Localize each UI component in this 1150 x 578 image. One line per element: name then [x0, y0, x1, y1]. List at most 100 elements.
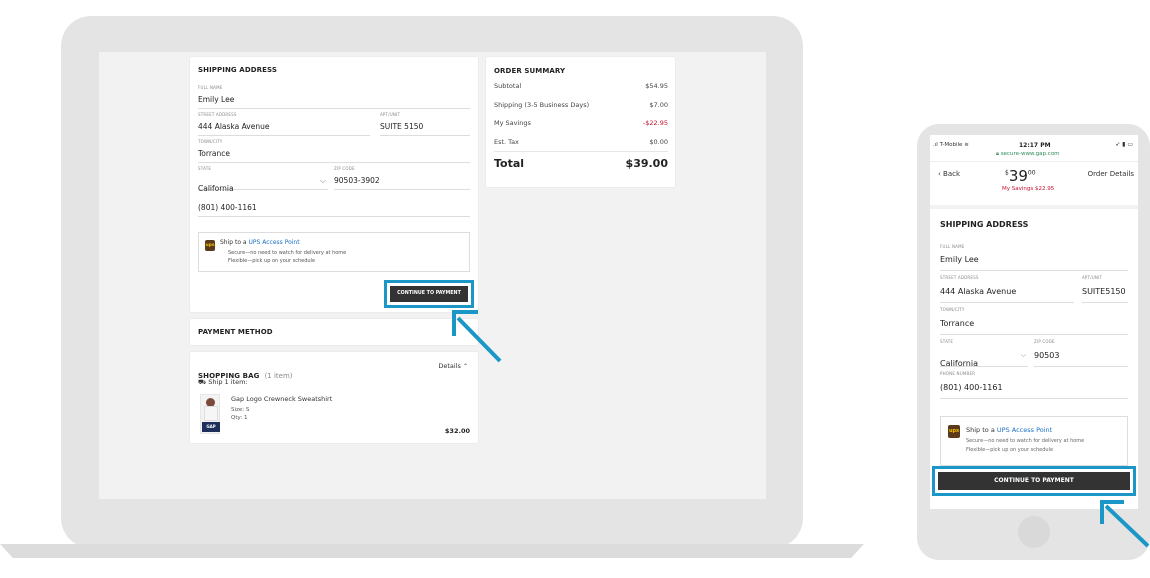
- wifi-icon: ≋: [964, 142, 969, 148]
- battery-icon: ➶ ▮ ▭: [1115, 141, 1133, 148]
- summary-label: My Savings: [494, 119, 531, 127]
- mobile-street-field[interactable]: 444 Alaska Avenue: [940, 287, 1074, 303]
- ups-logo-icon: ups: [205, 240, 215, 251]
- summary-rows: Subtotal $54.95 Shipping (3-5 Business D…: [494, 82, 668, 170]
- back-button[interactable]: ‹ Back: [938, 170, 960, 178]
- ship-items-text: Ship 1 item:: [208, 378, 248, 386]
- gap-logo: GAP: [202, 422, 220, 432]
- order-summary-card: ORDER SUMMARY Subtotal $54.95 Shipping (…: [486, 57, 675, 187]
- mobile-savings: My Savings $22.95: [1002, 186, 1055, 192]
- phone-field[interactable]: (801) 400-1161: [198, 203, 470, 217]
- apt-unit-field[interactable]: SUITE 5150: [380, 122, 470, 136]
- status-bar: .ıl T-Mobile ≋ 12:17 PM ➶ ▮ ▭ 🔒︎ secure-…: [930, 135, 1138, 161]
- summary-row-shipping: Shipping (3-5 Business Days) $7.00: [494, 101, 668, 120]
- summary-label: Subtotal: [494, 82, 522, 90]
- ups-headline: Ship to a UPS Access Point: [220, 239, 300, 246]
- pointer-arrow-mobile: [1100, 500, 1150, 548]
- mobile-state-select[interactable]: California ⌵: [940, 351, 1028, 368]
- summary-value: $0.00: [649, 137, 668, 146]
- chevron-down-icon: ⌵: [319, 176, 326, 185]
- ups-flexible-text: Flexible—pick up on your schedule: [228, 258, 316, 264]
- order-summary-title: ORDER SUMMARY: [494, 67, 566, 75]
- mobile-ups-link[interactable]: UPS Access Point: [997, 426, 1052, 434]
- chevron-down-icon: ⌵: [1020, 351, 1026, 359]
- zip-code-field[interactable]: 90503-3902: [334, 176, 470, 190]
- mobile-full-name-label: FULL NAME: [940, 244, 965, 249]
- ups-access-point-link[interactable]: UPS Access Point: [249, 239, 300, 246]
- ups-access-point-box[interactable]: ups Ship to a UPS Access Point Secure—no…: [198, 232, 470, 272]
- sweatshirt-shape: [204, 406, 218, 421]
- savings-value: -$22.95: [642, 119, 668, 127]
- summary-value: $7.00: [649, 100, 668, 109]
- town-city-label: TOWN/CITY: [198, 139, 223, 144]
- mobile-apt-field[interactable]: SUITE5150: [1082, 287, 1128, 303]
- summary-value: $54.95: [645, 82, 668, 90]
- mobile-continue-to-payment-button[interactable]: CONTINUE TO PAYMENT: [938, 472, 1130, 490]
- mobile-state-label: STATE: [940, 339, 954, 344]
- street-address-field[interactable]: 444 Alaska Avenue: [198, 122, 370, 136]
- product-size: Size: S: [231, 407, 250, 413]
- mobile-phone-label: PHONE NUMBER: [940, 371, 976, 376]
- mobile-ups-headline: Ship to a UPS Access Point: [966, 426, 1053, 434]
- shipping-address-card: SHIPPING ADDRESS FULL NAME Emily Lee STR…: [190, 57, 478, 312]
- total-label: Total: [494, 156, 525, 170]
- mobile-shipping-title: SHIPPING ADDRESS: [940, 220, 1029, 229]
- mobile-state-value: California: [940, 359, 978, 368]
- carrier: .ıl T-Mobile ≋: [933, 142, 969, 148]
- desktop-screen: SHIPPING ADDRESS FULL NAME Emily Lee STR…: [99, 52, 766, 499]
- payment-method-card[interactable]: PAYMENT METHOD: [190, 319, 478, 345]
- status-time: 12:17 PM: [1019, 142, 1051, 149]
- ups-logo-icon: ups: [948, 425, 960, 438]
- mobile-city-label: TOWN/CITY: [940, 307, 965, 312]
- summary-row-tax: Est. Tax $0.00: [494, 138, 668, 152]
- shipping-address-title: SHIPPING ADDRESS: [198, 66, 277, 74]
- url-bar[interactable]: 🔒︎ secure-www.gap.com: [996, 151, 1060, 158]
- signal-icon: .ıl: [933, 142, 938, 148]
- phone-home-button[interactable]: [1018, 516, 1050, 548]
- total-value: $39.00: [625, 156, 668, 170]
- product-price: $32.00: [444, 427, 470, 435]
- payment-method-title: PAYMENT METHOD: [198, 328, 273, 336]
- checkout-nav: ‹ Back $3900 My Savings $22.95 Order Det…: [930, 161, 1138, 205]
- street-address-label: STREET ADDRESS: [198, 112, 237, 117]
- summary-row-savings: My Savings -$22.95: [494, 119, 668, 138]
- pointer-arrow-desktop: [452, 310, 502, 363]
- mobile-phone-field[interactable]: (801) 400-1161: [940, 383, 1128, 399]
- product-qty: Qty: 1: [231, 415, 248, 421]
- mobile-ups-secure: Secure—no need to watch for delivery at …: [966, 438, 1085, 444]
- state-select[interactable]: California ⌵: [198, 176, 328, 193]
- order-details-link[interactable]: Order Details: [1088, 170, 1134, 178]
- town-city-field[interactable]: Torrance: [198, 149, 470, 163]
- lock-icon: 🔒︎: [996, 151, 999, 157]
- summary-label: Shipping (3-5 Business Days): [494, 100, 590, 109]
- shopping-bag-card: SHOPPING BAG (1 item) Details ⌃ ⛟ Ship 1…: [190, 352, 478, 443]
- mobile-street-label: STREET ADDRESS: [940, 275, 979, 280]
- mobile-ups-flexible: Flexible—pick up on your schedule: [966, 447, 1054, 453]
- order-total: $3900: [1005, 167, 1036, 185]
- full-name-field[interactable]: Emily Lee: [198, 95, 470, 109]
- apt-unit-label: APT/UNIT: [380, 112, 401, 117]
- item-count: (1 item): [264, 372, 293, 380]
- product-thumbnail[interactable]: GAP: [200, 394, 220, 434]
- zip-code-label: ZIP CODE: [334, 166, 355, 171]
- state-label: STATE: [198, 166, 212, 171]
- mobile-shipping-card: SHIPPING ADDRESS FULL NAME Emily Lee STR…: [930, 209, 1138, 509]
- mobile-zip-label: ZIP CODE: [1034, 339, 1055, 344]
- product-name[interactable]: Gap Logo Crewneck Sweatshirt: [231, 395, 332, 403]
- summary-total-row: Total $39.00: [494, 157, 668, 170]
- ups-secure-text: Secure—no need to watch for delivery at …: [228, 250, 347, 256]
- full-name-label: FULL NAME: [198, 85, 223, 90]
- mobile-city-field[interactable]: Torrance: [940, 319, 1128, 335]
- mobile-apt-label: APT/UNIT: [1082, 275, 1103, 280]
- continue-to-payment-button[interactable]: CONTINUE TO PAYMENT: [390, 286, 468, 302]
- ship-items-line: ⛟ Ship 1 item:: [198, 378, 248, 387]
- summary-row-subtotal: Subtotal $54.95: [494, 82, 668, 101]
- truck-icon: ⛟: [198, 378, 207, 386]
- mobile-full-name-field[interactable]: Emily Lee: [940, 255, 1128, 271]
- mobile-screen: .ıl T-Mobile ≋ 12:17 PM ➶ ▮ ▭ 🔒︎ secure-…: [930, 135, 1138, 509]
- state-value: California: [198, 184, 234, 193]
- mobile-zip-field[interactable]: 90503: [1034, 351, 1128, 367]
- mobile-ups-box[interactable]: ups Ship to a UPS Access Point Secure—no…: [940, 416, 1128, 466]
- chevron-left-icon: ‹: [938, 170, 941, 178]
- laptop-base: [0, 544, 864, 558]
